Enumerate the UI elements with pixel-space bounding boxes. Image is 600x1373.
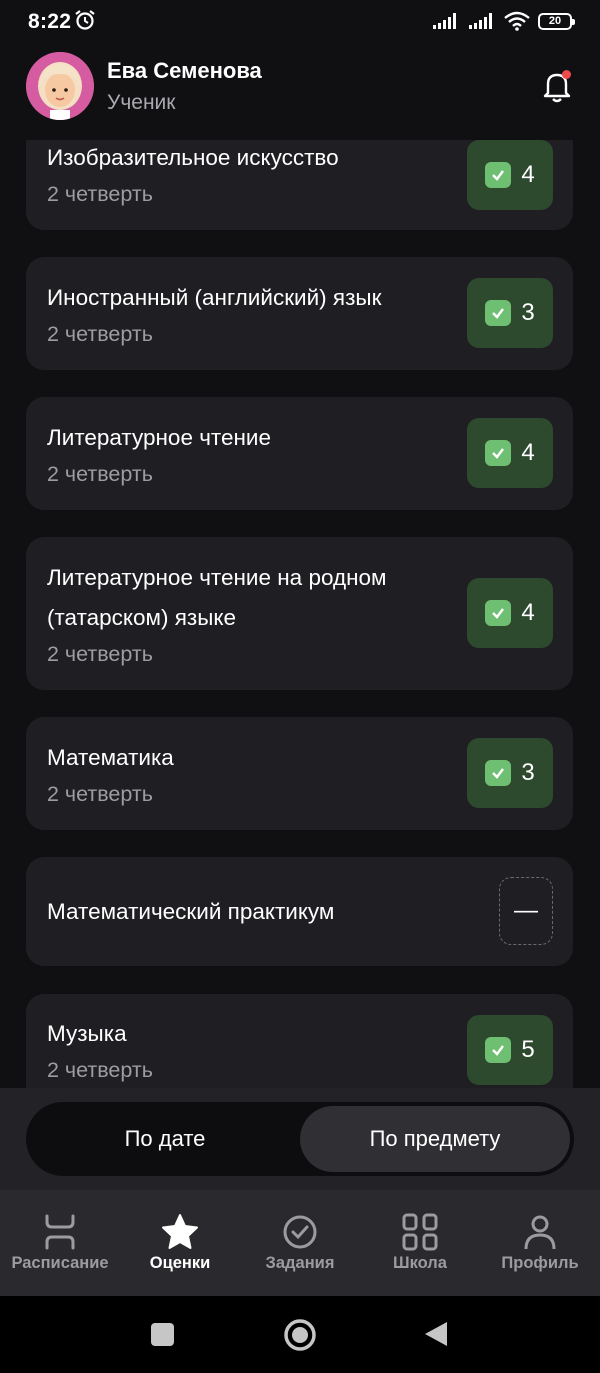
check-icon bbox=[485, 760, 512, 786]
battery-icon: 20 bbox=[538, 12, 575, 30]
subject-period: 2 четверть bbox=[47, 322, 153, 346]
bottom-navigation: Расписание Оценки Задания Школа Профиль bbox=[0, 1190, 600, 1296]
grade-badge[interactable]: 3 bbox=[467, 738, 553, 808]
subject-title: Музыка bbox=[47, 1021, 127, 1046]
subject-title: Математика bbox=[47, 745, 174, 770]
subject-period: 2 четверть bbox=[47, 782, 153, 806]
grade-value: 4 bbox=[521, 161, 535, 188]
nav-label: Расписание bbox=[11, 1254, 109, 1272]
grade-value: 5 bbox=[521, 1036, 535, 1063]
subject-card[interactable]: Литературное чтение на родном (татарском… bbox=[26, 537, 573, 690]
notifications-button[interactable] bbox=[540, 68, 574, 104]
avatar-illustration-icon bbox=[26, 52, 94, 120]
nav-label: Профиль bbox=[501, 1254, 579, 1272]
recent-apps-icon[interactable] bbox=[150, 1322, 175, 1347]
subject-card[interactable]: Математика 2 четверть 3 bbox=[26, 717, 573, 830]
signal-icon bbox=[433, 13, 456, 29]
grade-badge[interactable]: 4 bbox=[467, 418, 553, 488]
grade-value: 4 bbox=[521, 439, 535, 466]
check-icon bbox=[485, 162, 512, 188]
signal-icon-2 bbox=[469, 13, 492, 29]
nav-item-school[interactable]: Школа bbox=[360, 1190, 480, 1296]
check-icon bbox=[485, 440, 512, 466]
notification-dot bbox=[562, 70, 571, 79]
check-icon bbox=[485, 600, 512, 626]
subject-period: 2 четверть bbox=[47, 182, 153, 206]
wifi-icon bbox=[504, 11, 530, 31]
subject-title: Литературное чтение bbox=[47, 425, 272, 450]
nav-item-profile[interactable]: Профиль bbox=[480, 1190, 600, 1296]
back-icon[interactable] bbox=[423, 1320, 449, 1348]
status-bar: 8:22 20 bbox=[0, 0, 600, 44]
empty-grade-placeholder: — bbox=[499, 877, 553, 945]
check-icon bbox=[485, 1037, 512, 1063]
grade-badge[interactable]: 3 bbox=[467, 278, 553, 348]
grid-icon bbox=[402, 1213, 438, 1251]
subject-card[interactable]: Математический практикум — bbox=[26, 857, 573, 966]
subject-period: 2 четверть bbox=[47, 642, 153, 666]
grade-value: 4 bbox=[521, 599, 535, 626]
user-role: Ученик bbox=[107, 91, 176, 114]
check-circle-icon bbox=[283, 1215, 317, 1249]
grade-value: 3 bbox=[521, 759, 535, 786]
schedule-icon bbox=[45, 1214, 75, 1250]
nav-item-tasks[interactable]: Задания bbox=[240, 1190, 360, 1296]
check-icon bbox=[485, 300, 512, 326]
grade-badge[interactable]: 5 bbox=[467, 1015, 553, 1085]
nav-label: Школа bbox=[393, 1254, 447, 1272]
nav-label: Оценки bbox=[149, 1254, 211, 1272]
subject-title: Иностранный (английский) язык bbox=[47, 285, 382, 310]
nav-item-schedule[interactable]: Расписание bbox=[0, 1190, 120, 1296]
sort-toggle-bar: По дате По предмету bbox=[0, 1088, 600, 1190]
sort-by-date-button[interactable]: По дате bbox=[30, 1106, 300, 1172]
sort-toggle: По дате По предмету bbox=[26, 1102, 574, 1176]
user-icon bbox=[524, 1215, 556, 1250]
subject-period: 2 четверть bbox=[47, 1058, 153, 1082]
subject-title: Изобразительное искусство bbox=[47, 145, 339, 170]
nav-item-grades[interactable]: Оценки bbox=[120, 1190, 240, 1296]
grade-value: 3 bbox=[521, 299, 535, 326]
grade-badge[interactable]: 4 bbox=[467, 578, 553, 648]
system-navigation-bar bbox=[0, 1296, 600, 1373]
home-icon[interactable] bbox=[283, 1318, 317, 1352]
avatar[interactable] bbox=[26, 52, 94, 120]
user-name: Ева Семенова bbox=[107, 58, 262, 83]
grade-badge[interactable]: 4 bbox=[467, 140, 553, 210]
profile-header: Ева Семенова Ученик bbox=[0, 44, 600, 140]
sort-by-subject-button[interactable]: По предмету bbox=[300, 1106, 570, 1172]
star-icon bbox=[162, 1214, 198, 1249]
status-time: 8:22 bbox=[28, 10, 72, 33]
subject-card[interactable]: Иностранный (английский) язык 2 четверть… bbox=[26, 257, 573, 370]
alarm-icon bbox=[75, 10, 95, 30]
subject-title: Математический практикум bbox=[47, 899, 335, 924]
subject-card[interactable]: Литературное чтение 2 четверть 4 bbox=[26, 397, 573, 510]
subject-title: Литературное чтение на родном (татарском… bbox=[47, 565, 387, 630]
subject-period: 2 четверть bbox=[47, 462, 153, 486]
nav-label: Задания bbox=[265, 1254, 335, 1272]
